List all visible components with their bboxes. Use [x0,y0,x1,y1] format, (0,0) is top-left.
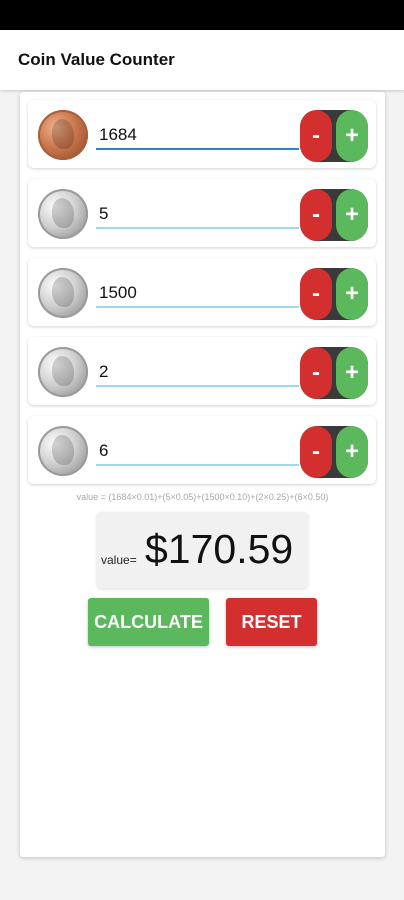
coin-row-quarter: - + [28,337,376,405]
coin-row-nickel: - + [28,179,376,247]
nickel-plus-button[interactable]: + [336,189,368,241]
half-dollar-icon [38,426,88,476]
total-value-display: value= $170.59 [97,512,308,588]
half-dollar-quantity-stepper: - + [300,426,368,478]
quarter-quantity-stepper: - + [300,347,368,399]
half-dollar-plus-button[interactable]: + [336,426,368,478]
app-title: Coin Value Counter [18,50,175,69]
quarter-icon [38,347,88,397]
dime-icon [38,268,88,318]
penny-plus-button[interactable]: + [336,110,368,162]
nickel-quantity-stepper: - + [300,189,368,241]
dime-quantity-stepper: - + [300,268,368,320]
nickel-icon [38,189,88,239]
dime-minus-button[interactable]: - [300,268,332,320]
app-bar: Coin Value Counter [0,30,404,90]
penny-quantity-input[interactable] [96,122,299,150]
nickel-minus-button[interactable]: - [300,189,332,241]
reset-button[interactable]: RESET [226,598,317,646]
calculate-button[interactable]: CALCULATE [88,598,209,646]
coin-row-half-dollar: - + [28,416,376,484]
dime-plus-button[interactable]: + [336,268,368,320]
penny-quantity-stepper: - + [300,110,368,162]
coin-row-dime: - + [28,258,376,326]
main-card: - + - + - + - + - + [20,92,385,857]
status-bar [0,0,404,30]
coin-row-penny: - + [28,100,376,168]
quarter-minus-button[interactable]: - [300,347,332,399]
penny-minus-button[interactable]: - [300,110,332,162]
value-prefix: value= [101,553,137,567]
nickel-quantity-input[interactable] [96,201,299,229]
total-value-amount: $170.59 [145,526,294,572]
dime-quantity-input[interactable] [96,280,299,308]
quarter-plus-button[interactable]: + [336,347,368,399]
quarter-quantity-input[interactable] [96,359,299,387]
half-dollar-minus-button[interactable]: - [300,426,332,478]
penny-icon [38,110,88,160]
half-dollar-quantity-input[interactable] [96,438,299,466]
value-formula: value = (1684×0.01)+(5×0.05)+(1500×0.10)… [76,492,329,502]
